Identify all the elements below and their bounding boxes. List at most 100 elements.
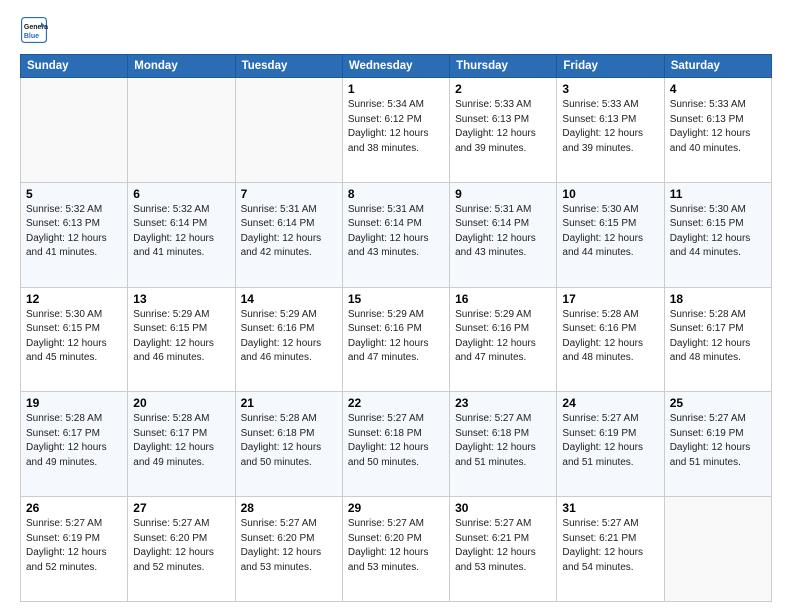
calendar-cell: 5 Sunrise: 5:32 AM Sunset: 6:13 PM Daylig… (21, 182, 128, 287)
calendar-cell: 14Sunrise: 5:29 AM Sunset: 6:16 PM Dayli… (235, 287, 342, 392)
day-info: Sunrise: 5:29 AM Sunset: 6:16 PM Dayligh… (348, 308, 444, 366)
calendar-cell: 8 Sunrise: 5:31 AM Sunset: 6:14 PM Daylig… (342, 182, 449, 287)
weekday-sunday: Sunday (21, 55, 128, 78)
calendar-cell (664, 497, 771, 602)
calendar-cell: 9 Sunrise: 5:31 AM Sunset: 6:14 PM Daylig… (450, 182, 557, 287)
day-info: Sunrise: 5:28 AM Sunset: 6:17 PM Dayligh… (26, 412, 122, 470)
week-row-5: 26 Sunrise: 5:27 AM Sunset: 6:19 PM Dayli… (21, 497, 772, 602)
calendar-cell (128, 78, 235, 183)
day-info: Sunrise: 5:27 AM Sunset: 6:21 PM Dayligh… (562, 517, 658, 575)
day-number: 9 (455, 187, 551, 201)
weekday-wednesday: Wednesday (342, 55, 449, 78)
calendar-cell: 16 Sunrise: 5:29 AM Sunset: 6:16 PM Dayli… (450, 287, 557, 392)
calendar-cell: 25Sunrise: 5:27 AM Sunset: 6:19 PM Dayli… (664, 392, 771, 497)
calendar-cell: 10 Sunrise: 5:30 AM Sunset: 6:15 PM Dayli… (557, 182, 664, 287)
day-info: Sunrise: 5:34 AM Sunset: 6:12 PM Dayligh… (348, 98, 444, 156)
day-info: Sunrise: 5:27 AM Sunset: 6:18 PM Dayligh… (455, 412, 551, 470)
calendar-cell: 18Sunrise: 5:28 AM Sunset: 6:17 PM Dayli… (664, 287, 771, 392)
calendar-cell: 17Sunrise: 5:28 AM Sunset: 6:16 PM Dayli… (557, 287, 664, 392)
day-number: 12 (26, 292, 122, 306)
day-number: 26 (26, 501, 122, 515)
header: General Blue (20, 16, 772, 44)
calendar-cell: 13 Sunrise: 5:29 AM Sunset: 6:15 PM Dayli… (128, 287, 235, 392)
day-number: 24 (562, 396, 658, 410)
day-info: Sunrise: 5:32 AM Sunset: 6:13 PM Dayligh… (26, 203, 122, 261)
day-info: Sunrise: 5:32 AM Sunset: 6:14 PM Dayligh… (133, 203, 229, 261)
calendar-cell: 19Sunrise: 5:28 AM Sunset: 6:17 PM Dayli… (21, 392, 128, 497)
day-info: Sunrise: 5:27 AM Sunset: 6:18 PM Dayligh… (348, 412, 444, 470)
logo-icon: General Blue (20, 16, 48, 44)
day-number: 10 (562, 187, 658, 201)
day-info: Sunrise: 5:27 AM Sunset: 6:20 PM Dayligh… (133, 517, 229, 575)
weekday-saturday: Saturday (664, 55, 771, 78)
day-info: Sunrise: 5:30 AM Sunset: 6:15 PM Dayligh… (562, 203, 658, 261)
day-number: 22 (348, 396, 444, 410)
day-info: Sunrise: 5:30 AM Sunset: 6:15 PM Dayligh… (26, 308, 122, 366)
page: General Blue SundayMondayTuesdayWednesda… (0, 0, 792, 612)
day-info: Sunrise: 5:27 AM Sunset: 6:19 PM Dayligh… (26, 517, 122, 575)
day-number: 3 (562, 82, 658, 96)
calendar-cell: 23 Sunrise: 5:27 AM Sunset: 6:18 PM Dayli… (450, 392, 557, 497)
calendar-cell: 30Sunrise: 5:27 AM Sunset: 6:21 PM Dayli… (450, 497, 557, 602)
day-info: Sunrise: 5:31 AM Sunset: 6:14 PM Dayligh… (455, 203, 551, 261)
calendar-cell: 27 Sunrise: 5:27 AM Sunset: 6:20 PM Dayli… (128, 497, 235, 602)
calendar-cell: 31 Sunrise: 5:27 AM Sunset: 6:21 PM Dayli… (557, 497, 664, 602)
calendar-body: 1 Sunrise: 5:34 AM Sunset: 6:12 PM Daylig… (21, 78, 772, 602)
day-number: 27 (133, 501, 229, 515)
calendar-cell: 22 Sunrise: 5:27 AM Sunset: 6:18 PM Dayli… (342, 392, 449, 497)
calendar-cell (235, 78, 342, 183)
day-number: 2 (455, 82, 551, 96)
day-info: Sunrise: 5:27 AM Sunset: 6:21 PM Dayligh… (455, 517, 551, 575)
day-number: 11 (670, 187, 766, 201)
calendar-cell: 24 Sunrise: 5:27 AM Sunset: 6:19 PM Dayli… (557, 392, 664, 497)
calendar-cell: 15Sunrise: 5:29 AM Sunset: 6:16 PM Dayli… (342, 287, 449, 392)
day-info: Sunrise: 5:27 AM Sunset: 6:19 PM Dayligh… (670, 412, 766, 470)
day-number: 5 (26, 187, 122, 201)
day-number: 29 (348, 501, 444, 515)
day-info: Sunrise: 5:29 AM Sunset: 6:16 PM Dayligh… (455, 308, 551, 366)
weekday-row: SundayMondayTuesdayWednesdayThursdayFrid… (21, 55, 772, 78)
calendar-cell: 4Sunrise: 5:33 AM Sunset: 6:13 PM Daylig… (664, 78, 771, 183)
day-info: Sunrise: 5:28 AM Sunset: 6:17 PM Dayligh… (670, 308, 766, 366)
day-number: 8 (348, 187, 444, 201)
day-info: Sunrise: 5:28 AM Sunset: 6:18 PM Dayligh… (241, 412, 337, 470)
calendar-cell (21, 78, 128, 183)
day-number: 21 (241, 396, 337, 410)
calendar-cell: 29Sunrise: 5:27 AM Sunset: 6:20 PM Dayli… (342, 497, 449, 602)
day-info: Sunrise: 5:33 AM Sunset: 6:13 PM Dayligh… (455, 98, 551, 156)
week-row-4: 19Sunrise: 5:28 AM Sunset: 6:17 PM Dayli… (21, 392, 772, 497)
calendar-cell: 2 Sunrise: 5:33 AM Sunset: 6:13 PM Daylig… (450, 78, 557, 183)
week-row-2: 5 Sunrise: 5:32 AM Sunset: 6:13 PM Daylig… (21, 182, 772, 287)
day-info: Sunrise: 5:27 AM Sunset: 6:20 PM Dayligh… (241, 517, 337, 575)
day-info: Sunrise: 5:29 AM Sunset: 6:15 PM Dayligh… (133, 308, 229, 366)
weekday-monday: Monday (128, 55, 235, 78)
calendar-cell: 3 Sunrise: 5:33 AM Sunset: 6:13 PM Daylig… (557, 78, 664, 183)
calendar-table: SundayMondayTuesdayWednesdayThursdayFrid… (20, 54, 772, 602)
day-number: 23 (455, 396, 551, 410)
calendar-cell: 26 Sunrise: 5:27 AM Sunset: 6:19 PM Dayli… (21, 497, 128, 602)
day-info: Sunrise: 5:31 AM Sunset: 6:14 PM Dayligh… (348, 203, 444, 261)
day-number: 6 (133, 187, 229, 201)
day-number: 7 (241, 187, 337, 201)
day-number: 13 (133, 292, 229, 306)
day-number: 31 (562, 501, 658, 515)
day-number: 17 (562, 292, 658, 306)
weekday-friday: Friday (557, 55, 664, 78)
calendar-cell: 21 Sunrise: 5:28 AM Sunset: 6:18 PM Dayli… (235, 392, 342, 497)
calendar-cell: 7Sunrise: 5:31 AM Sunset: 6:14 PM Daylig… (235, 182, 342, 287)
calendar-cell: 12 Sunrise: 5:30 AM Sunset: 6:15 PM Dayli… (21, 287, 128, 392)
calendar-cell: 6 Sunrise: 5:32 AM Sunset: 6:14 PM Daylig… (128, 182, 235, 287)
day-number: 28 (241, 501, 337, 515)
calendar-header: SundayMondayTuesdayWednesdayThursdayFrid… (21, 55, 772, 78)
day-info: Sunrise: 5:27 AM Sunset: 6:19 PM Dayligh… (562, 412, 658, 470)
day-number: 16 (455, 292, 551, 306)
day-info: Sunrise: 5:33 AM Sunset: 6:13 PM Dayligh… (562, 98, 658, 156)
week-row-3: 12 Sunrise: 5:30 AM Sunset: 6:15 PM Dayli… (21, 287, 772, 392)
calendar-cell: 11Sunrise: 5:30 AM Sunset: 6:15 PM Dayli… (664, 182, 771, 287)
weekday-tuesday: Tuesday (235, 55, 342, 78)
week-row-1: 1 Sunrise: 5:34 AM Sunset: 6:12 PM Daylig… (21, 78, 772, 183)
day-number: 1 (348, 82, 444, 96)
weekday-thursday: Thursday (450, 55, 557, 78)
calendar-cell: 20Sunrise: 5:28 AM Sunset: 6:17 PM Dayli… (128, 392, 235, 497)
day-number: 4 (670, 82, 766, 96)
